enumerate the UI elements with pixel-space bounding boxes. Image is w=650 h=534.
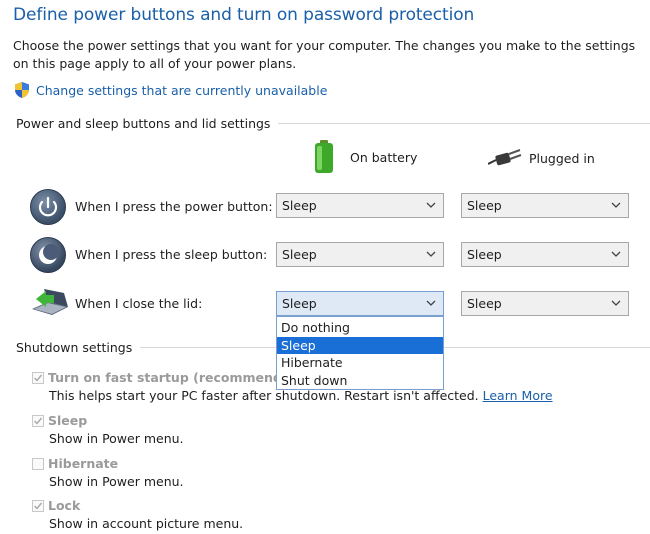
col-header-plugged: Plugged in <box>488 148 595 168</box>
lock-menu-option: Lock Show in account picture menu. <box>32 497 243 531</box>
chevron-down-icon <box>611 300 621 306</box>
power-plugged-select[interactable]: Sleep <box>461 193 629 218</box>
fast-startup-label: Turn on fast startup (recommended) <box>48 370 306 385</box>
laptop-lid-icon <box>32 289 68 315</box>
page-description: Choose the power settings that you want … <box>13 38 636 71</box>
select-value: Sleep <box>282 247 317 262</box>
lid-battery-select[interactable]: Sleep <box>276 291 444 316</box>
section-divider <box>278 123 650 124</box>
checkmark-icon <box>34 374 43 382</box>
lock-menu-checkbox[interactable] <box>32 499 44 512</box>
chevron-down-icon <box>426 300 436 306</box>
checkmark-icon <box>34 417 43 425</box>
checkmark-icon <box>34 502 43 510</box>
select-value: Sleep <box>282 296 317 311</box>
row-label-sleep: When I press the sleep button: <box>75 247 268 262</box>
sleep-plugged-select[interactable]: Sleep <box>461 242 629 267</box>
lid-battery-dropdown-list: Do nothing Sleep Hibernate Shut down <box>276 316 444 390</box>
hibernate-menu-checkbox[interactable] <box>32 457 44 470</box>
sleep-battery-select[interactable]: Sleep <box>276 242 444 267</box>
power-button-icon <box>30 189 66 225</box>
dropdown-option-hibernate[interactable]: Hibernate <box>277 354 443 372</box>
col-battery-label: On battery <box>350 149 418 165</box>
sleep-menu-option: Sleep Show in Power menu. <box>32 412 184 446</box>
col-plugged-label: Plugged in <box>529 150 595 166</box>
lid-plugged-select[interactable]: Sleep <box>461 291 629 316</box>
change-settings-link-text[interactable]: Change settings that are currently unava… <box>36 83 327 98</box>
hibernate-menu-desc: Show in Power menu. <box>49 474 184 489</box>
dropdown-option-shut-down[interactable]: Shut down <box>277 372 443 390</box>
power-plug-icon <box>488 149 522 166</box>
lock-menu-label: Lock <box>48 498 81 513</box>
buttons-section-title: Power and sleep buttons and lid settings <box>16 116 271 131</box>
row-label-lid: When I close the lid: <box>75 296 203 311</box>
row-label-power: When I press the power button: <box>75 199 273 214</box>
buttons-section-header: Power and sleep buttons and lid settings <box>16 116 650 131</box>
chevron-down-icon <box>426 251 436 257</box>
page-title: Define power buttons and turn on passwor… <box>13 5 475 25</box>
fast-startup-desc: This helps start your PC faster after sh… <box>49 388 479 403</box>
sleep-menu-checkbox[interactable] <box>32 414 44 427</box>
dropdown-option-do-nothing[interactable]: Do nothing <box>277 319 443 337</box>
hibernate-menu-option: Hibernate Show in Power menu. <box>32 455 184 489</box>
col-header-battery: On battery <box>313 140 417 174</box>
sleep-menu-label: Sleep <box>48 413 88 428</box>
chevron-down-icon <box>426 202 436 208</box>
battery-icon <box>315 140 333 173</box>
change-settings-link[interactable]: Change settings that are currently unava… <box>13 81 327 99</box>
select-value: Sleep <box>467 296 502 311</box>
hibernate-menu-label: Hibernate <box>48 456 119 471</box>
dropdown-option-sleep[interactable]: Sleep <box>277 336 443 354</box>
power-battery-select[interactable]: Sleep <box>276 193 444 218</box>
select-value: Sleep <box>282 198 317 213</box>
shutdown-section-title: Shutdown settings <box>16 340 133 355</box>
select-value: Sleep <box>467 247 502 262</box>
chevron-down-icon <box>611 251 621 257</box>
fast-startup-checkbox[interactable] <box>32 371 44 384</box>
learn-more-link[interactable]: Learn More <box>483 388 553 403</box>
sleep-menu-desc: Show in Power menu. <box>49 431 184 446</box>
lock-menu-desc: Show in account picture menu. <box>49 516 244 531</box>
uac-shield-icon <box>15 82 29 98</box>
select-value: Sleep <box>467 198 502 213</box>
sleep-button-icon <box>30 237 66 273</box>
chevron-down-icon <box>611 202 621 208</box>
